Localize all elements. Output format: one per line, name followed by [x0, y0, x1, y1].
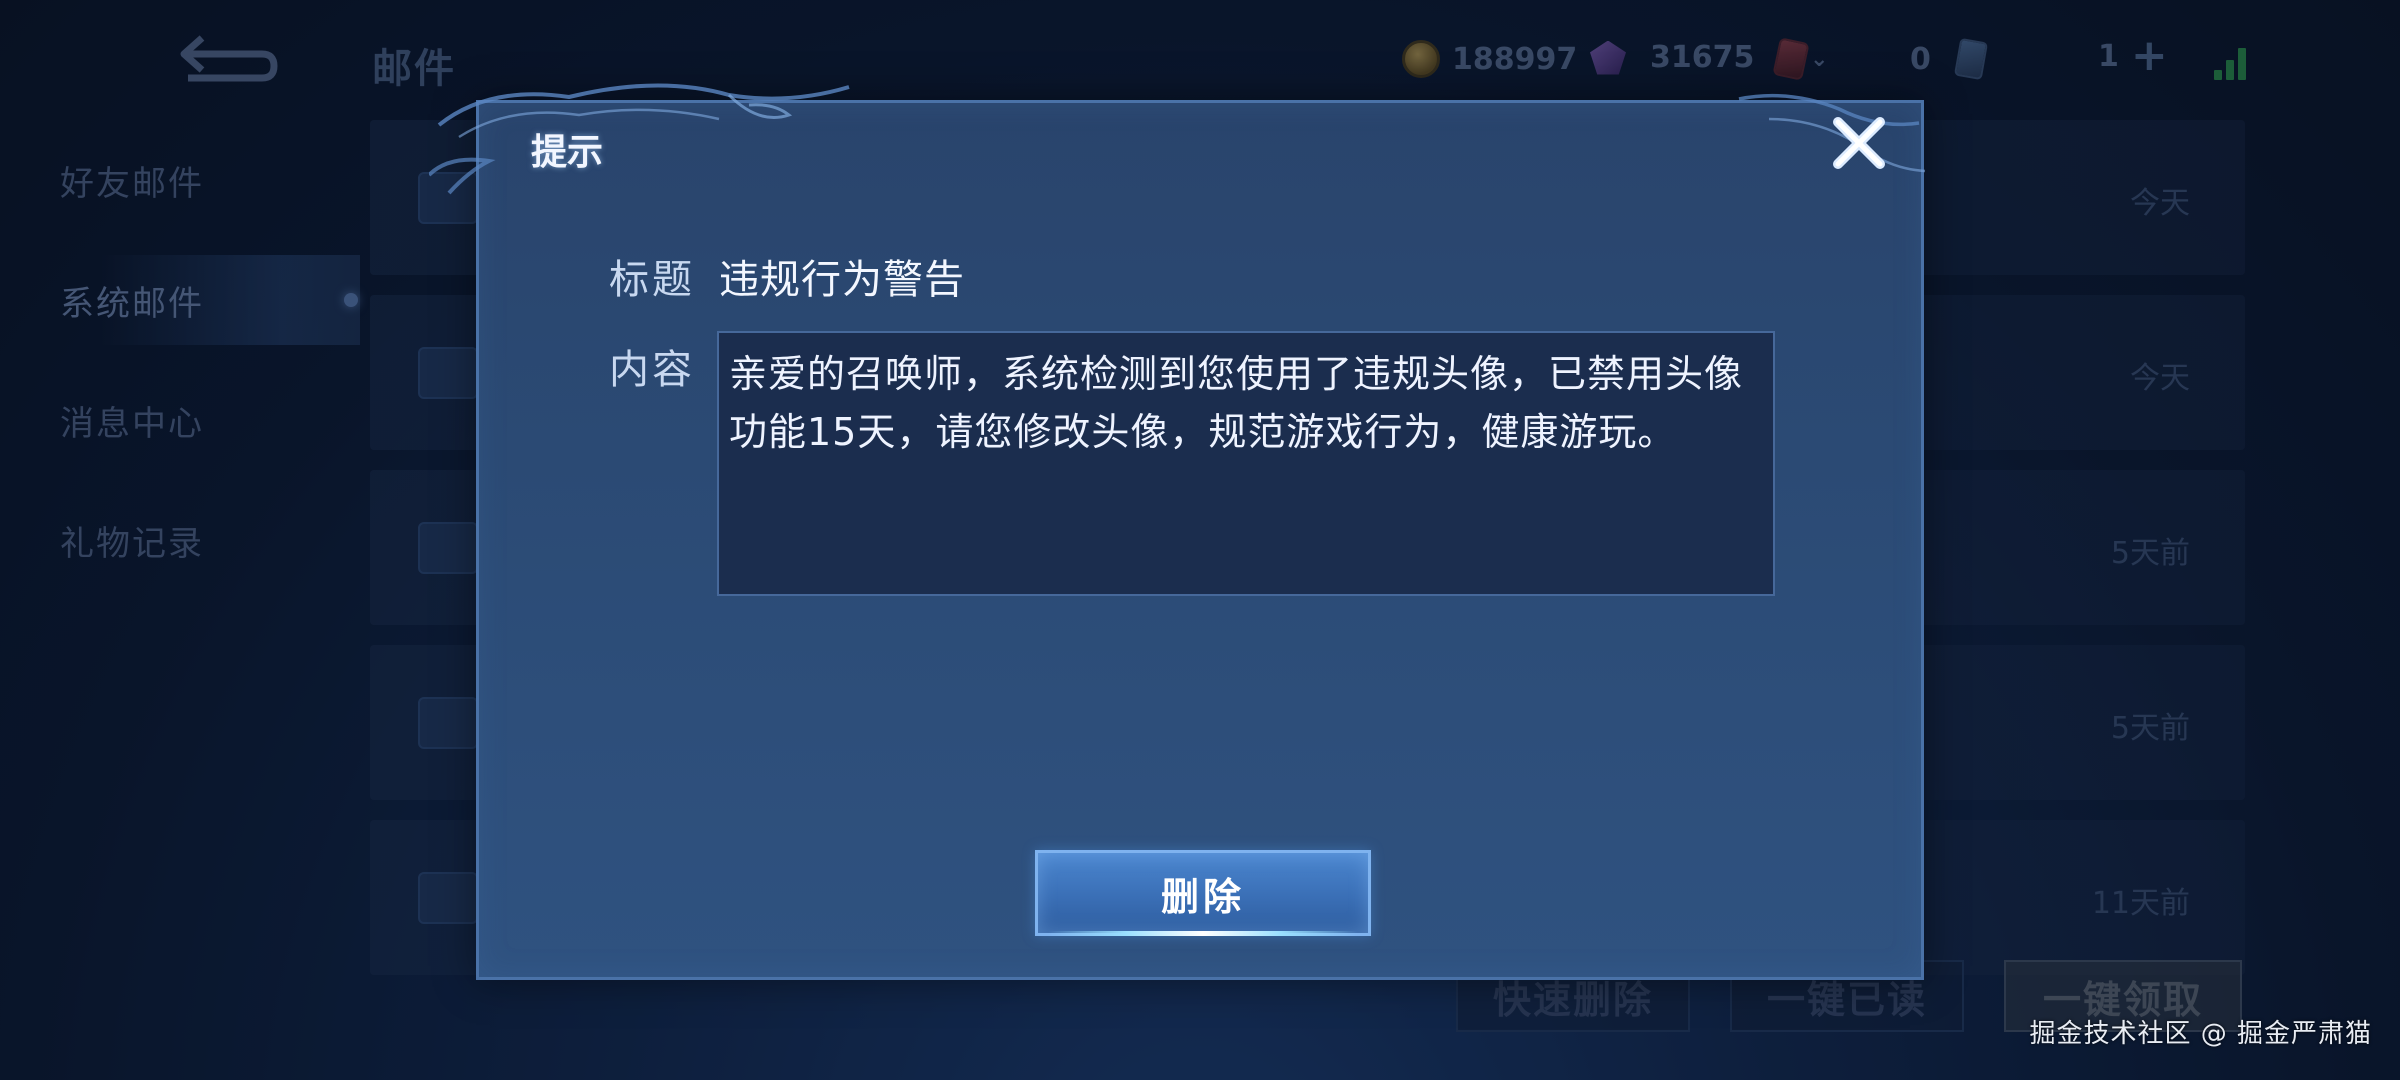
warning-dialog: 提示 标题 违规行为警告 内容 亲爱的召唤师，系统检测到您使用了违规头像，已禁用… [429, 83, 1926, 980]
dialog-title: 提示 [531, 132, 604, 173]
close-icon [1833, 117, 1885, 169]
content-text-box: 亲爱的召唤师，系统检测到您使用了违规头像，已禁用头像功能15天，请您修改头像，规… [717, 331, 1775, 596]
delete-button[interactable]: 删除 [1035, 850, 1371, 936]
subject-value: 违规行为警告 [719, 257, 965, 303]
watermark-text: 掘金技术社区 @ 掘金严肃猫 [2029, 1019, 2372, 1049]
subject-label: 标题 [609, 257, 695, 303]
content-label: 内容 [609, 347, 695, 393]
close-button[interactable] [1827, 111, 1891, 175]
